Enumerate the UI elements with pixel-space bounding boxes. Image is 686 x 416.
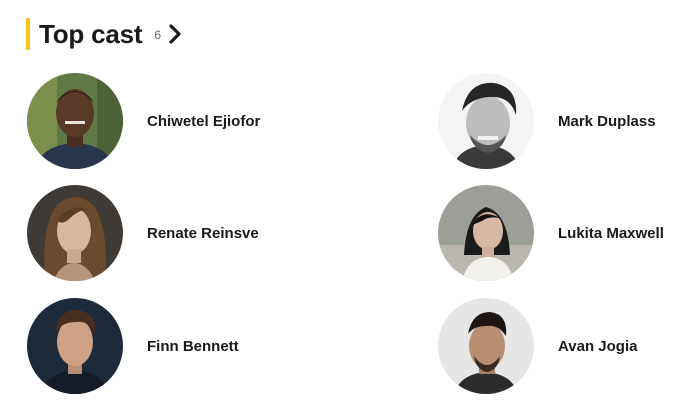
cast-item[interactable]: Chiwetel Ejiofor <box>27 73 260 169</box>
cast-item[interactable]: Renate Reinsve <box>27 185 259 281</box>
cast-name[interactable]: Chiwetel Ejiofor <box>147 113 260 130</box>
section-header: Top cast 6 <box>26 17 182 51</box>
cast-name[interactable]: Avan Jogia <box>558 338 637 355</box>
cast-name[interactable]: Finn Bennett <box>147 338 239 355</box>
cast-photo[interactable] <box>27 73 123 169</box>
section-accent-bar <box>26 18 30 50</box>
cast-photo[interactable] <box>27 298 123 394</box>
cast-item[interactable]: Avan Jogia <box>438 298 637 394</box>
cast-photo[interactable] <box>438 73 534 169</box>
cast-name[interactable]: Mark Duplass <box>558 113 656 130</box>
cast-item[interactable]: Mark Duplass <box>438 73 656 169</box>
cast-photo[interactable] <box>438 298 534 394</box>
chevron-right-icon[interactable] <box>168 23 182 45</box>
cast-name[interactable]: Renate Reinsve <box>147 225 259 242</box>
cast-item[interactable]: Lukita Maxwell <box>438 185 664 281</box>
section-title[interactable]: Top cast <box>39 19 143 50</box>
cast-count: 6 <box>154 28 162 42</box>
cast-item[interactable]: Finn Bennett <box>27 298 239 394</box>
cast-photo[interactable] <box>27 185 123 281</box>
cast-photo[interactable] <box>438 185 534 281</box>
cast-name[interactable]: Lukita Maxwell <box>558 225 664 242</box>
